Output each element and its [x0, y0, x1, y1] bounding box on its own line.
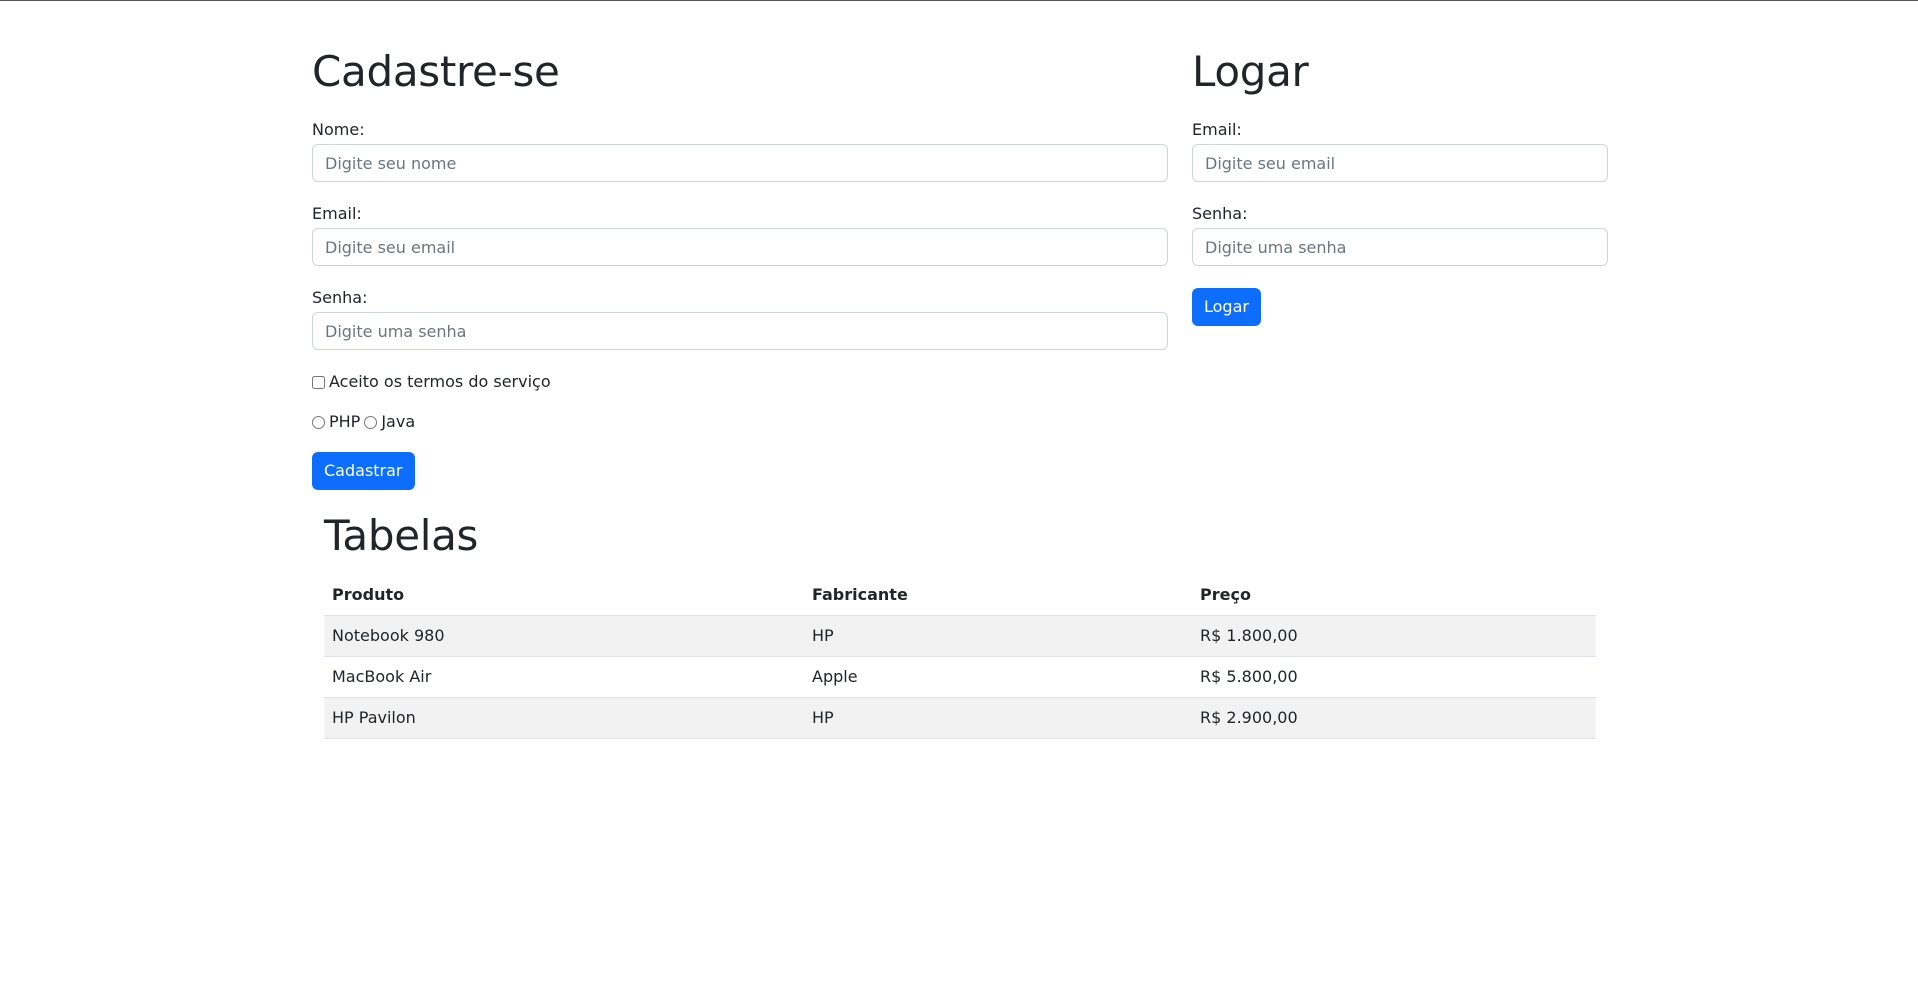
- login-password-input[interactable]: [1192, 228, 1608, 266]
- products-table: Produto Fabricante Preço Notebook 980 HP…: [324, 574, 1596, 739]
- register-email-input[interactable]: [312, 228, 1168, 266]
- login-email-input[interactable]: [1192, 144, 1608, 182]
- column-header-fabricante: Fabricante: [804, 574, 1192, 616]
- name-input[interactable]: [312, 144, 1168, 182]
- page: Cadastre-se Nome: Email: Senha: Aceito o…: [0, 0, 1918, 994]
- register-password-label: Senha:: [312, 288, 368, 307]
- cell-preco: R$ 1.800,00: [1192, 615, 1596, 657]
- login-email-label: Email:: [1192, 120, 1242, 139]
- register-password-input[interactable]: [312, 312, 1168, 350]
- register-form: Cadastre-se Nome: Email: Senha: Aceito o…: [312, 44, 1168, 490]
- register-button[interactable]: Cadastrar: [312, 452, 415, 490]
- register-email-label: Email:: [312, 204, 362, 223]
- cell-preco: R$ 5.800,00: [1192, 656, 1596, 698]
- register-password-field-group: Senha:: [312, 288, 1168, 350]
- terms-checkbox[interactable]: [312, 375, 325, 389]
- login-form: Logar Email: Senha: Logar: [1192, 44, 1608, 326]
- cell-fabricante: Apple: [804, 656, 1192, 698]
- tables-section: Tabelas Produto Fabricante Preço Noteboo…: [324, 508, 1596, 739]
- table-row: Notebook 980 HP R$ 1.800,00: [324, 615, 1596, 657]
- name-label: Nome:: [312, 120, 365, 139]
- radio-option-php: PHP: [312, 412, 360, 432]
- cell-preco: R$ 2.900,00: [1192, 697, 1596, 739]
- terms-row: Aceito os termos do serviço: [312, 372, 1168, 392]
- radio-java[interactable]: [364, 415, 378, 429]
- register-email-field-group: Email:: [312, 204, 1168, 266]
- radio-java-label: Java: [381, 412, 416, 431]
- radio-option-java: Java: [364, 412, 415, 432]
- login-button[interactable]: Logar: [1192, 288, 1261, 326]
- terms-label: Aceito os termos do serviço: [329, 372, 551, 391]
- register-title: Cadastre-se: [312, 47, 560, 96]
- table-row: HP Pavilon HP R$ 2.900,00: [324, 697, 1596, 739]
- language-radio-group: PHP Java: [312, 412, 1168, 432]
- cell-fabricante: HP: [804, 697, 1192, 739]
- table-row: MacBook Air Apple R$ 5.800,00: [324, 656, 1596, 698]
- cell-produto: Notebook 980: [324, 615, 804, 657]
- tables-title: Tabelas: [324, 511, 479, 560]
- cell-fabricante: HP: [804, 615, 1192, 657]
- radio-php[interactable]: [312, 415, 325, 429]
- name-field-group: Nome:: [312, 120, 1168, 182]
- column-header-preco: Preço: [1192, 574, 1596, 616]
- login-title: Logar: [1192, 47, 1309, 96]
- table-header-row: Produto Fabricante Preço: [324, 574, 1596, 616]
- login-password-field-group: Senha:: [1192, 204, 1608, 266]
- radio-php-label: PHP: [329, 412, 361, 431]
- cell-produto: HP Pavilon: [324, 697, 804, 739]
- cell-produto: MacBook Air: [324, 656, 804, 698]
- login-password-label: Senha:: [1192, 204, 1248, 223]
- login-email-field-group: Email:: [1192, 120, 1608, 182]
- column-header-produto: Produto: [324, 574, 804, 616]
